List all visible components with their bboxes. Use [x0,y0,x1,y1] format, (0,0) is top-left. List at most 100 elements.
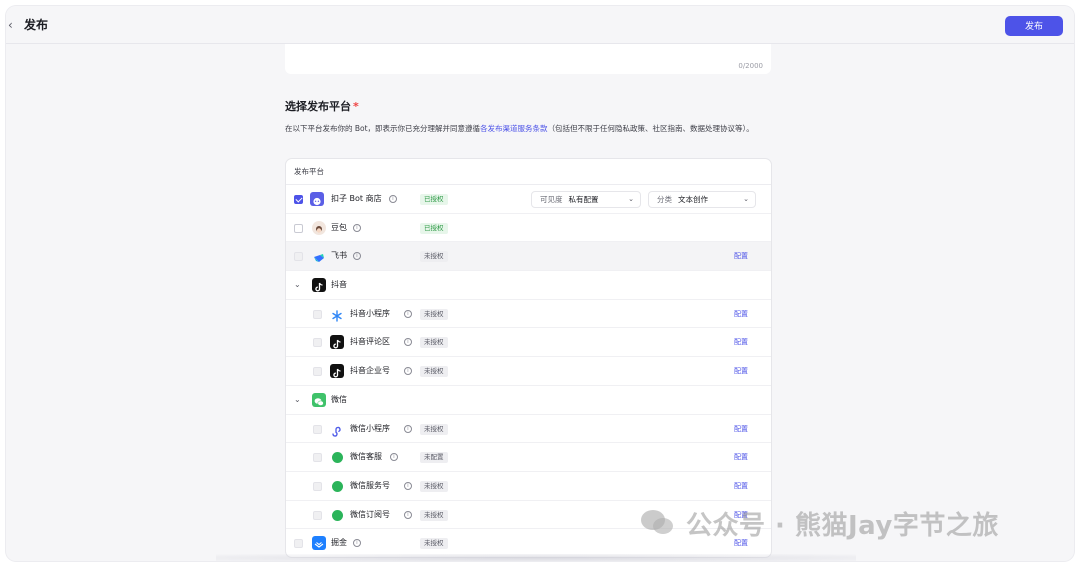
status-badge: 已授权 [420,222,448,234]
row-checkbox[interactable] [294,539,303,549]
wechat-service-icon [332,509,343,521]
table-row[interactable]: 抖音评论区 i 未授权 配置 [286,328,771,358]
table-row[interactable]: 微信小程序 i 未授权 配置 [286,415,771,444]
visibility-label: 可见度 [540,195,563,204]
chevron-down-icon: ⌄ [743,195,749,203]
info-icon[interactable]: i [404,309,412,318]
section-description: 在以下平台发布你的 Bot，即表示你已充分理解并同意遵循各发布渠道服务条款（包括… [285,123,775,135]
row-checkbox[interactable] [313,338,322,348]
status-badge: 未配置 [420,452,448,464]
configure-link[interactable]: 配置 [734,415,748,443]
doubao-icon [312,220,326,235]
row-checkbox[interactable] [313,424,322,434]
required-mark: * [353,100,359,113]
terms-link[interactable]: 各发布渠道服务条款 [480,124,548,133]
douyin-icon [312,278,326,293]
configure-link[interactable]: 配置 [734,300,748,328]
row-checkbox[interactable] [313,309,322,319]
status-badge: 未授权 [420,538,448,550]
douyin-miniapp-icon [330,307,344,322]
char-counter: 0/2000 [738,62,763,70]
platform-name: 微信服务号 [350,480,390,490]
desc-suffix: （包括但不限于任何隐私政策、社区指南、数据处理协议等）。 [547,124,754,133]
feishu-icon [312,249,326,263]
status-badge: 未授权 [420,423,448,435]
info-icon[interactable]: i [404,367,412,376]
visibility-value: 私有配置 [568,195,599,204]
description-textarea[interactable]: 0/2000 [285,44,771,74]
table-row[interactable]: 微信服务号 i 未授权 配置 [286,472,771,501]
table-row[interactable]: ⌄ 微信 [286,386,771,415]
chevron-down-icon[interactable]: ⌄ [294,271,304,299]
info-icon[interactable]: i [353,223,361,232]
douyin-icon [330,335,344,350]
platform-name: 豆包 [331,222,347,232]
platform-name: 微信 [331,394,347,404]
row-checkbox[interactable] [313,510,322,520]
info-icon[interactable]: i [353,539,361,548]
chevron-down-icon[interactable]: ⌄ [294,386,304,414]
configure-link[interactable]: 配置 [734,242,748,270]
category-select[interactable]: 分类 文本创作 ⌄ [648,191,756,208]
configure-link[interactable]: 配置 [734,443,748,471]
platform-name: 微信订阅号 [350,509,390,519]
status-badge: 未授权 [420,366,448,378]
table-row[interactable]: 抖音小程序 i 未授权 配置 [286,300,771,329]
platform-name: 扣子 Bot 商店 [331,194,382,203]
configure-link[interactable]: 配置 [734,328,748,356]
scroll-shadow [216,554,856,561]
section-title-text: 选择发布平台 [285,100,351,113]
platform-name: 微信客服 [350,452,382,462]
wechat-watermark-icon [641,510,673,534]
section-title: 选择发布平台 * [285,99,359,115]
status-badge: 已授权 [420,194,448,205]
info-icon[interactable]: i [404,510,412,519]
visibility-select[interactable]: 可见度 私有配置 ⌄ [531,191,641,208]
chevron-down-icon: ⌄ [628,195,634,203]
wechat-miniapp-icon [330,422,344,437]
info-icon[interactable]: i [404,424,412,433]
table-row[interactable]: 抖音企业号 i 未授权 配置 [286,357,771,386]
configure-link[interactable]: 配置 [734,357,748,385]
wechat-service-icon [332,480,343,492]
app-window: ‹ 发布 发布 0/2000 选择发布平台 * 在以下平台发布你的 Bot，即表示… [6,6,1074,561]
wechat-service-icon [332,452,343,464]
douyin-icon [330,364,344,379]
chevron-left-icon[interactable]: ‹ [8,17,20,33]
platform-name: 抖音企业号 [350,366,390,376]
row-checkbox[interactable] [294,223,303,233]
table-row[interactable]: 飞书 i 未授权 配置 [286,242,771,272]
top-bar: ‹ 发布 发布 [6,6,1074,44]
row-checkbox[interactable] [294,252,303,262]
row-checkbox[interactable] [313,453,322,463]
info-icon[interactable]: i [404,481,412,490]
category-label: 分类 [657,195,672,204]
juejin-icon [312,536,326,551]
desc-prefix: 在以下平台发布你的 Bot，即表示你已充分理解并同意遵循 [285,124,481,133]
table-row[interactable]: 微信客服 i 未配置 配置 [286,443,771,472]
coze-icon [310,192,324,206]
wechat-icon [312,392,326,407]
status-badge: 未授权 [420,337,448,349]
category-value: 文本创作 [678,195,708,204]
configure-link[interactable]: 配置 [734,472,748,500]
platform-name: 飞书 [331,251,347,261]
status-badge: 未授权 [420,509,448,521]
table-row[interactable]: 豆包 i 已授权 [286,214,771,243]
info-icon[interactable]: i [404,338,412,347]
status-badge: 未授权 [420,251,448,263]
platform-name: 抖音 [331,280,347,290]
row-checkbox[interactable] [313,367,322,377]
platform-name: 抖音评论区 [350,337,390,347]
table-row[interactable]: ⌄ 抖音 [286,271,771,300]
info-icon[interactable]: i [389,195,397,203]
info-icon[interactable]: i [390,453,398,462]
row-checkbox[interactable] [294,195,303,204]
page-title: 发布 [24,18,49,32]
row-checkbox[interactable] [313,481,322,491]
table-row[interactable]: 扣子 Bot 商店 i 已授权 可见度 私有配置 ⌄ 分类 文本创作 ⌄ [286,185,771,214]
publish-button[interactable]: 发布 [1005,16,1063,36]
info-icon[interactable]: i [353,252,361,261]
watermark-text: 公众号 · 熊猫Jay字节之旅 [686,511,999,541]
table-header: 发布平台 [286,159,771,185]
